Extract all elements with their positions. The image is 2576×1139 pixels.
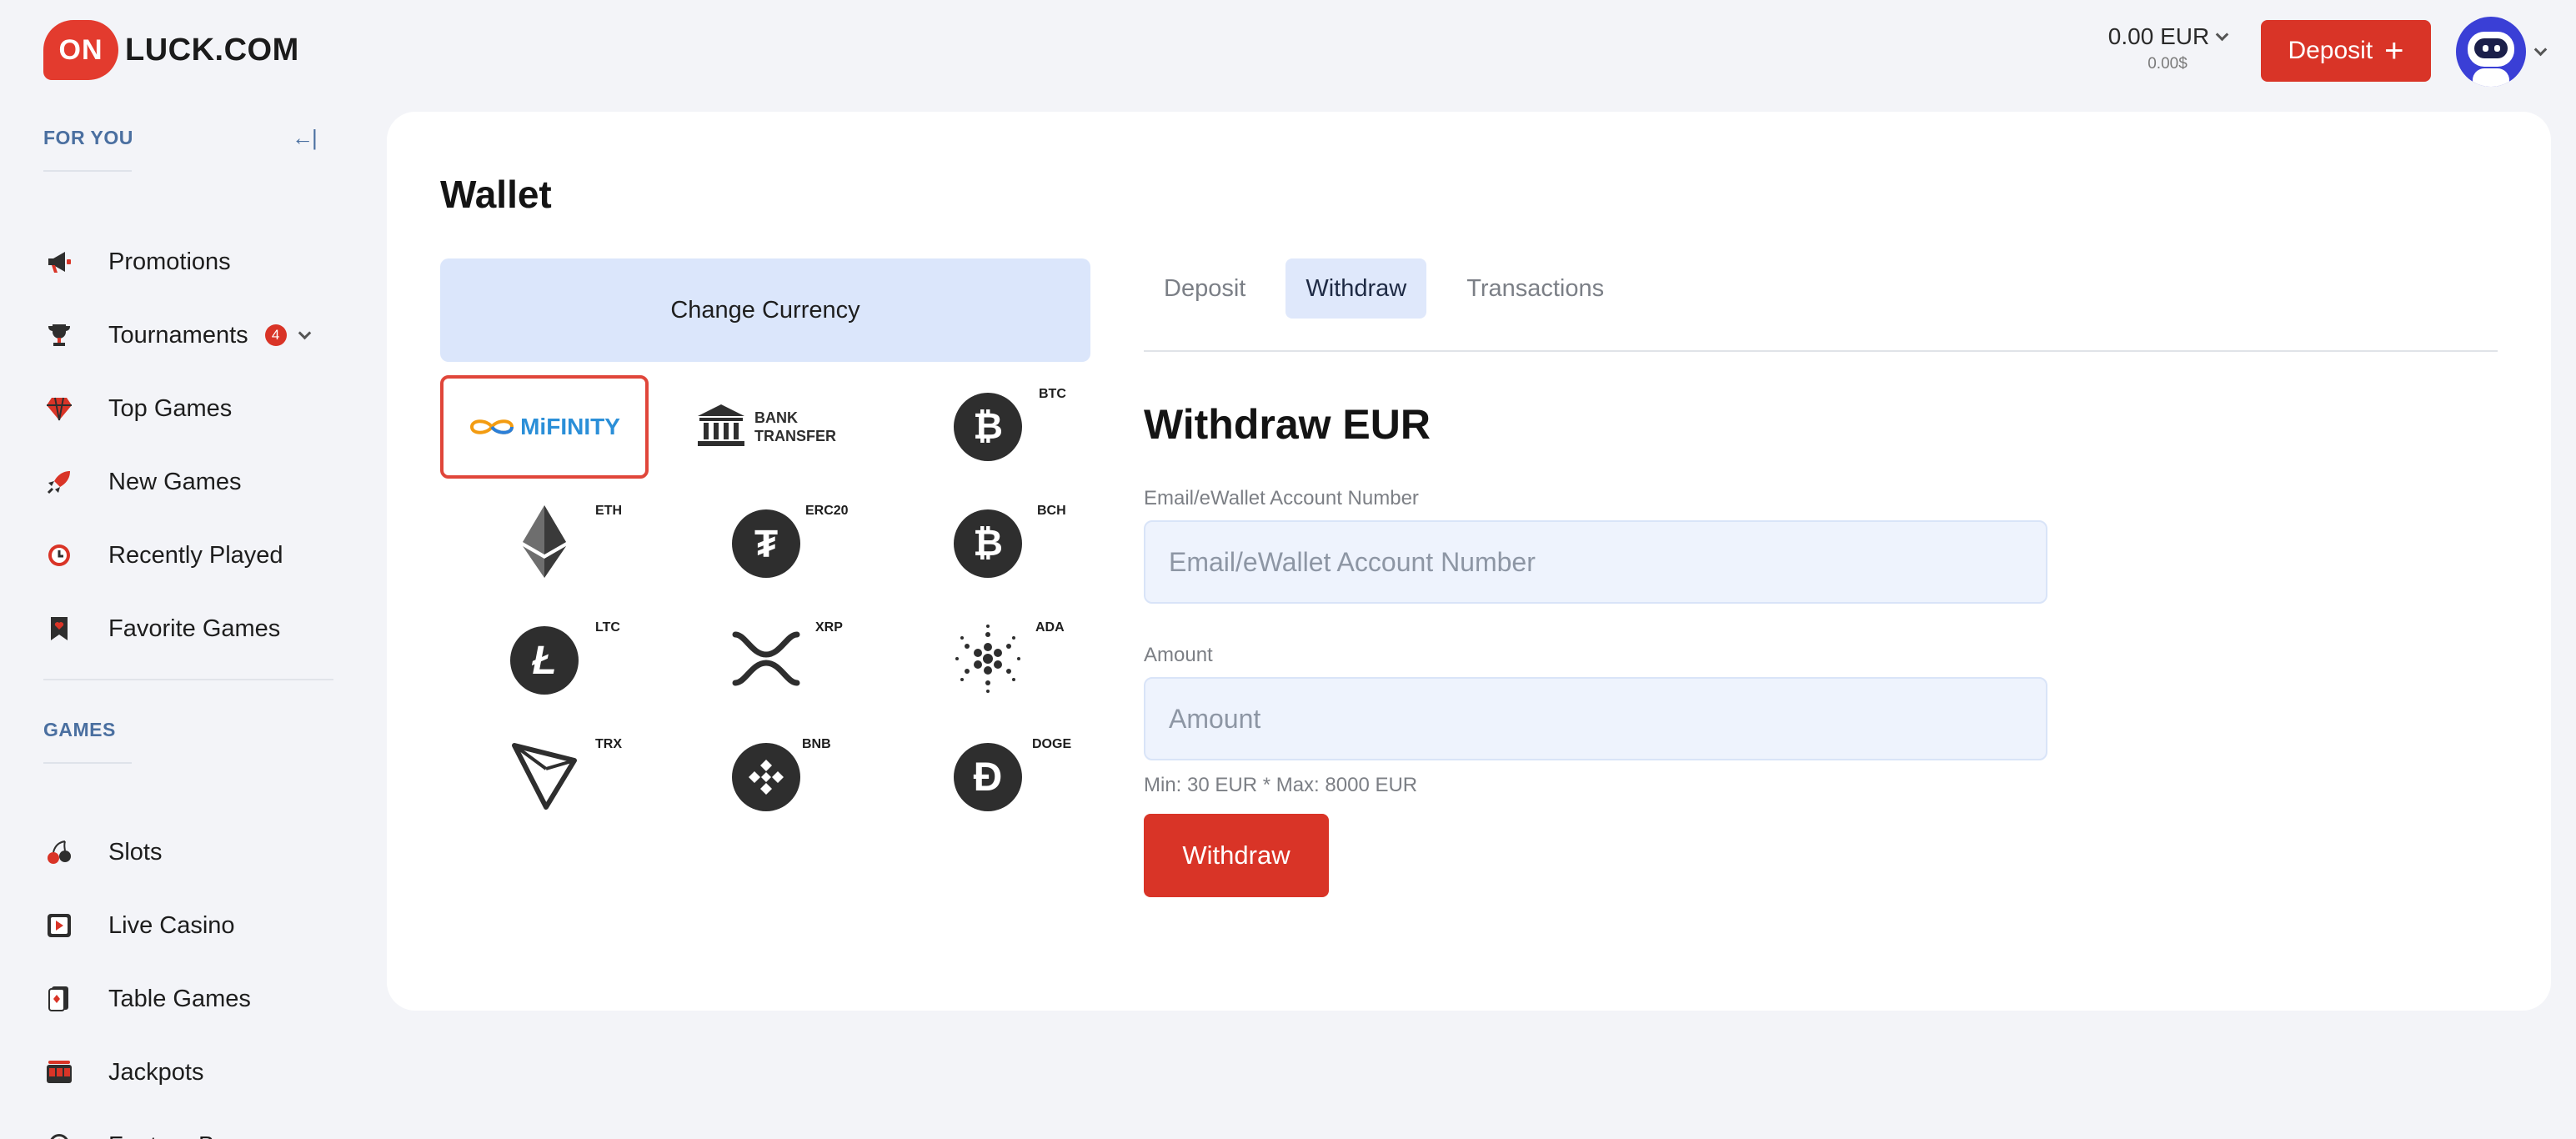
- slot-machine-icon: [43, 1056, 75, 1088]
- tournaments-count-badge: 4: [264, 324, 287, 346]
- tab-deposit[interactable]: Deposit: [1144, 258, 1265, 319]
- chevron-down-icon[interactable]: [298, 326, 311, 339]
- sidebar-item-recently-played[interactable]: Recently Played: [43, 530, 335, 580]
- section-title-games: GAMES: [43, 719, 116, 740]
- user-menu[interactable]: [2456, 17, 2548, 87]
- litecoin-icon: Ł: [510, 626, 579, 695]
- section-title-for-you: FOR YOU: [43, 127, 133, 148]
- sidebar-item-new-games[interactable]: New Games: [43, 457, 335, 507]
- sidebar-item-table-games[interactable]: Table Games: [43, 974, 335, 1024]
- tron-icon: [511, 740, 578, 815]
- amount-label: Amount: [1144, 644, 1213, 666]
- plus-icon: +: [2384, 33, 2404, 69]
- logo-text: LUCK.COM: [125, 32, 299, 68]
- method-doge[interactable]: Đ DOGE: [884, 725, 1092, 829]
- wallet-card: Wallet Change Currency MiFINITY BANK TRA…: [387, 112, 2551, 1011]
- withdraw-heading: Withdraw EUR: [1144, 401, 1431, 448]
- clock-icon: [43, 539, 75, 571]
- sidebar-item-tournaments[interactable]: Tournaments 4: [43, 310, 335, 360]
- trophy-icon: [43, 319, 75, 351]
- sidebar-item-top-games[interactable]: Top Games: [43, 384, 335, 434]
- balance-dropdown[interactable]: 0.00 EUR 0.00$: [2101, 23, 2234, 73]
- play-icon: [43, 910, 75, 941]
- star-badge-icon: [43, 1130, 75, 1139]
- account-number-input[interactable]: [1144, 520, 2047, 604]
- method-bch[interactable]: ₿ BCH: [884, 492, 1092, 595]
- method-erc20[interactable]: ₮ ERC20: [662, 492, 870, 595]
- method-ada[interactable]: ADA: [884, 609, 1092, 712]
- tab-transactions[interactable]: Transactions: [1446, 258, 1624, 319]
- amount-input[interactable]: [1144, 677, 2047, 760]
- method-bank-transfer[interactable]: BANK TRANSFER: [662, 375, 870, 479]
- method-eth[interactable]: ETH: [440, 492, 649, 595]
- method-xrp[interactable]: XRP: [662, 609, 870, 712]
- dogecoin-icon: Đ: [954, 743, 1022, 811]
- bitcoin-icon: ₿: [954, 393, 1022, 461]
- withdraw-limits-text: Min: 30 EUR * Max: 8000 EUR: [1144, 774, 1418, 796]
- bank-icon: [696, 403, 746, 452]
- sidebar-item-slots[interactable]: Slots: [43, 827, 335, 877]
- cardano-icon: [950, 621, 1025, 700]
- mifinity-logo-icon: MiFINITY: [469, 414, 620, 440]
- megaphone-icon: [43, 246, 75, 278]
- sidebar-item-live-casino[interactable]: Live Casino: [43, 901, 335, 951]
- bitcoin-cash-icon: ₿: [954, 509, 1022, 578]
- sidebar: FOR YOU ←| Promotions Tournaments 4 Top …: [0, 100, 350, 1139]
- rocket-icon: [43, 466, 75, 498]
- chevron-down-icon: [2533, 43, 2548, 56]
- cherries-icon: [43, 836, 75, 868]
- logo-badge: ON: [43, 20, 118, 80]
- balance-amount: 0.00 EUR: [2107, 23, 2210, 49]
- tab-withdraw[interactable]: Withdraw: [1285, 258, 1427, 319]
- sidebar-item-jackpots[interactable]: Jackpots: [43, 1047, 335, 1097]
- deposit-button-label: Deposit: [2288, 37, 2373, 64]
- change-currency-button[interactable]: Change Currency: [440, 258, 1090, 362]
- method-bnb[interactable]: BNB: [662, 725, 870, 829]
- chevron-down-icon: [2215, 28, 2229, 41]
- method-mifinity[interactable]: MiFINITY: [440, 375, 649, 479]
- sidebar-item-favorite-games[interactable]: Favorite Games: [43, 604, 335, 654]
- wallet-tabs: Deposit Withdraw Transactions: [1144, 258, 1624, 319]
- deposit-button[interactable]: Deposit +: [2261, 20, 2431, 82]
- page-title: Wallet: [440, 173, 552, 216]
- method-btc[interactable]: ₿ BTC: [884, 375, 1092, 479]
- sidebar-item-feature-buy[interactable]: Feature Buy: [43, 1121, 335, 1139]
- ethereum-icon: [519, 504, 569, 585]
- balance-usd: 0.00$: [2148, 55, 2188, 73]
- method-ltc[interactable]: Ł LTC: [440, 609, 649, 712]
- tether-icon: ₮: [732, 509, 800, 578]
- collapse-sidebar-icon[interactable]: ←|: [292, 125, 318, 151]
- xrp-icon: [730, 630, 802, 692]
- method-trx[interactable]: TRX: [440, 725, 649, 829]
- sidebar-item-promotions[interactable]: Promotions: [43, 237, 335, 287]
- account-number-label: Email/eWallet Account Number: [1144, 487, 1419, 509]
- cards-icon: [43, 983, 75, 1015]
- binance-icon: [732, 743, 800, 811]
- withdraw-submit-button[interactable]: Withdraw: [1144, 814, 1329, 897]
- site-logo[interactable]: ON LUCK.COM: [43, 20, 299, 80]
- diamond-icon: [43, 393, 75, 424]
- avatar: [2456, 17, 2526, 87]
- heart-bookmark-icon: [43, 613, 75, 645]
